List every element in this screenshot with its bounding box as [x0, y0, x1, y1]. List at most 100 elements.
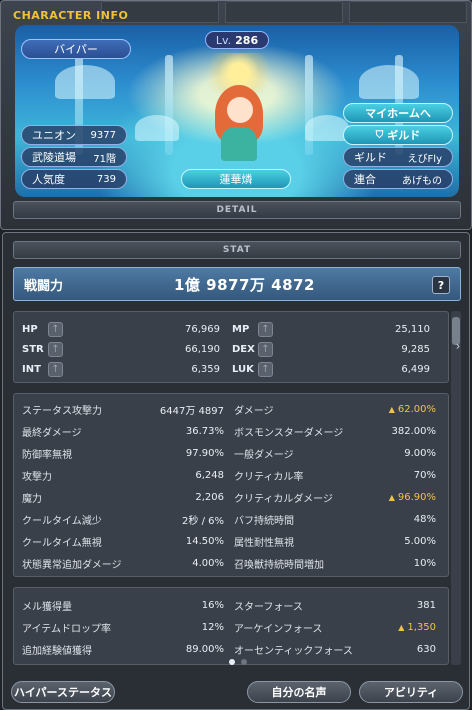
guild-pill: ギルド えびFly: [343, 147, 453, 167]
alliance-value: あげもの: [402, 175, 442, 187]
stat-key: クリティカル率: [234, 471, 304, 483]
stat-value: 62.00%: [397, 403, 436, 415]
character-avatar: [197, 53, 281, 167]
alliance-pill: 連合 あげもの: [343, 169, 453, 189]
dojo-value: 71階: [93, 153, 116, 165]
stat-key: 一般ダメージ: [234, 449, 294, 461]
misc-stats-box: メル獲得量 16% スターフォース 381 アイテムドロップ率 12% アーケインフォ…: [13, 587, 449, 665]
page-dot[interactable]: [241, 659, 247, 665]
job-badge: バイパー: [21, 39, 131, 59]
stat-key: 属性耐性無視: [234, 537, 294, 549]
stat-row: クールタイム減少 2秒 / 6% バフ持続時間 48%: [22, 510, 446, 528]
stat-row: アイテムドロップ率 12% アーケインフォース ▲ 1,350: [22, 618, 446, 636]
ap-row: INT ↑ 6,359 LUK ↑ 6,499: [22, 360, 442, 378]
stat-row: 状態異常追加ダメージ 4.00% 召喚獣持続時間増加 10%: [22, 554, 446, 572]
stat-value: 89.00%: [185, 643, 224, 655]
stat-row: 魔力 2,206 クリティカルダメージ ▲ 96.90%: [22, 488, 446, 506]
stat-value: 96.90%: [397, 491, 436, 503]
stat-key: 追加経験値獲得: [22, 645, 92, 657]
stat-key: ボスモンスターダメージ: [234, 427, 344, 439]
stat-key: ステータス攻撃力: [22, 405, 102, 417]
ap-hp-plus-button[interactable]: ↑: [48, 321, 63, 337]
stat-row: 防御率無視 97.90% 一般ダメージ 9.00%: [22, 444, 446, 462]
job-name: バイパー: [54, 43, 98, 56]
guild-button-label: ギルド: [387, 129, 421, 142]
stat-key: 状態異常追加ダメージ: [22, 559, 122, 571]
ap-int-plus-button[interactable]: ↑: [48, 361, 63, 377]
combat-power: 戦闘力 1億 9877万 4872 ?: [13, 267, 461, 301]
stat-scrollbar[interactable]: [451, 311, 461, 665]
hyper-stat-button[interactable]: ハイパーステータス: [11, 681, 115, 703]
ap-luk-plus-button[interactable]: ↑: [258, 361, 273, 377]
combat-power-value: 1億 9877万 4872: [174, 275, 315, 294]
guild-button[interactable]: ⛉ ギルド: [343, 125, 453, 145]
stat-value: 36.73%: [185, 425, 224, 437]
help-button[interactable]: ?: [432, 276, 450, 294]
ability-button[interactable]: アビリティ: [359, 681, 463, 703]
character-name-plate: 蓮華燐: [181, 169, 291, 189]
stat-value: 6,248: [195, 469, 224, 481]
guild-value: えびFly: [407, 153, 442, 165]
ap-int-label: INT: [22, 363, 41, 375]
fame-label: 人気度: [32, 173, 65, 186]
background-tabs: [101, 1, 467, 23]
stat-key: アイテムドロップ率: [22, 623, 111, 635]
stat-value: 48%: [413, 513, 436, 525]
guild-label: ギルド: [354, 151, 387, 164]
fame-pill: 人気度 739: [21, 169, 127, 189]
page-dot-active[interactable]: [229, 659, 235, 665]
ap-int-value: 6,359: [191, 363, 220, 375]
stat-value: 9.00%: [404, 447, 436, 459]
stat-key: メル獲得量: [22, 601, 72, 613]
increase-triangle-icon: ▲: [388, 404, 395, 414]
main-stats-box: ステータス攻撃力 6447万 4897 ダメージ ▲ 62.00% 最終ダメージ 36.…: [13, 393, 449, 577]
ap-dex-plus-button[interactable]: ↑: [258, 341, 273, 357]
level-badge: Lv. 286: [205, 31, 269, 49]
ap-luk-label: LUK: [232, 363, 254, 375]
fame-value: 739: [96, 173, 116, 185]
stat-row: 最終ダメージ 36.73% ボスモンスターダメージ 382.00%: [22, 422, 446, 440]
stat-value: 2,206: [195, 491, 224, 503]
stat-key: スターフォース: [234, 601, 303, 613]
myhome-label: マイホームへ: [365, 107, 431, 120]
ap-str-plus-button[interactable]: ↑: [48, 341, 63, 357]
dojo-label: 武陵道場: [32, 151, 76, 164]
stat-row: 追加経験値獲得 89.00% オーセンティックフォース 630: [22, 640, 446, 658]
union-value: 9377: [90, 129, 116, 141]
ap-hp-value: 76,969: [185, 323, 220, 335]
combat-power-label: 戦闘力: [24, 278, 64, 294]
ap-mp-value: 25,110: [395, 323, 430, 335]
stat-value: 97.90%: [185, 447, 224, 459]
dojo-pill: 武陵道場 71階: [21, 147, 127, 167]
ap-dex-value: 9,285: [401, 343, 430, 355]
stat-value: 5.00%: [404, 535, 436, 547]
myhome-button[interactable]: マイホームへ: [343, 103, 453, 123]
page-indicator: [229, 659, 247, 665]
stat-row: 攻撃力 6,248 クリティカル率 70%: [22, 466, 446, 484]
guild-icon: ⛉: [375, 129, 384, 141]
stat-key: アーケインフォース: [234, 623, 323, 635]
stat-value: 70%: [413, 469, 436, 481]
stat-value: 4.00%: [192, 557, 224, 569]
stat-value: 16%: [201, 599, 224, 611]
stat-value: 2秒 / 6%: [182, 515, 224, 527]
stat-value: 381: [416, 599, 436, 611]
stat-value: 630: [416, 643, 436, 655]
stat-value: 12%: [201, 621, 224, 633]
ap-mp-plus-button[interactable]: ↑: [258, 321, 273, 337]
stat-value: 1,350: [407, 621, 436, 633]
name-card-button[interactable]: 自分の名声: [247, 681, 351, 703]
stat-key: 最終ダメージ: [22, 427, 82, 439]
ap-dex-label: DEX: [232, 343, 255, 355]
ap-hp-label: HP: [22, 323, 38, 335]
union-label: ユニオン: [32, 129, 76, 142]
increase-triangle-icon: ▲: [388, 492, 395, 502]
window-title: CHARACTER INFO: [13, 9, 129, 22]
stat-value: 10%: [413, 557, 436, 569]
ap-mp-label: MP: [232, 323, 250, 335]
stat-key: 防御率無視: [22, 449, 72, 461]
chevron-right-icon[interactable]: ›: [453, 331, 463, 361]
stat-key: オーセンティックフォース: [234, 645, 353, 657]
character-name: 蓮華燐: [219, 173, 253, 186]
detail-toggle[interactable]: DETAIL: [13, 201, 461, 219]
